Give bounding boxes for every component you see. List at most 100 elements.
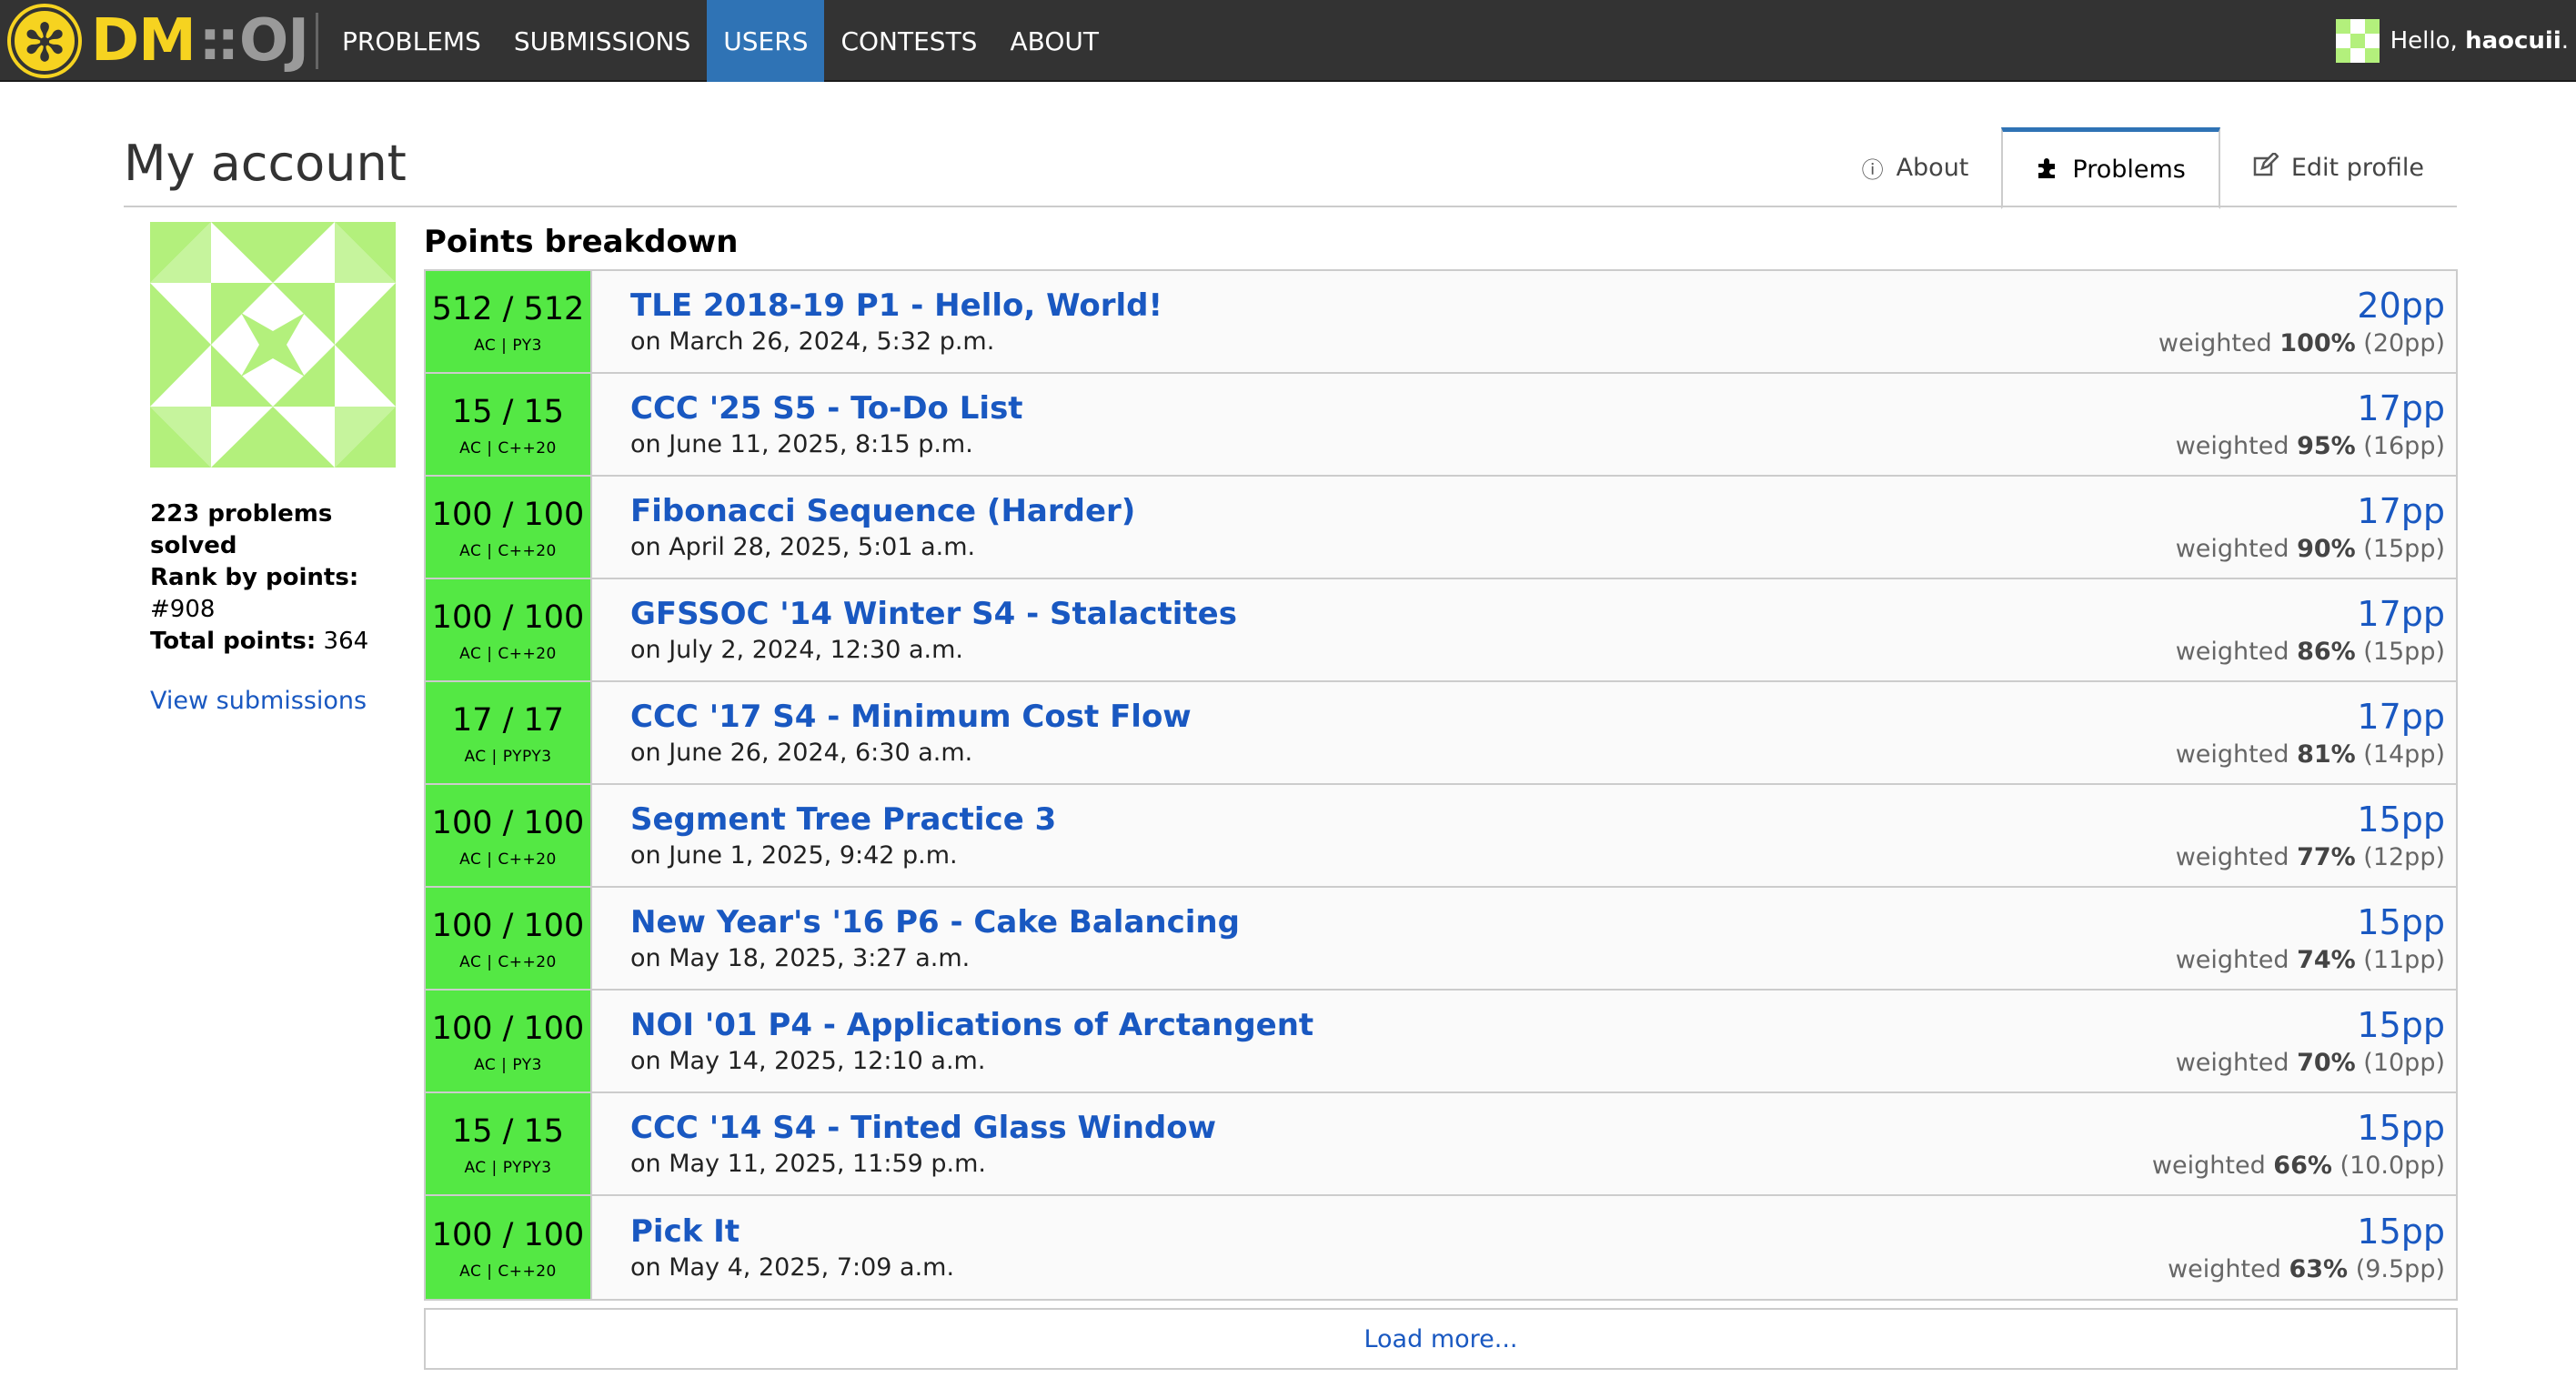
view-submissions-link[interactable]: View submissions bbox=[150, 687, 405, 715]
rank-label: Rank by points: bbox=[150, 564, 359, 591]
weighted-label: weighted bbox=[2158, 328, 2280, 357]
problem-info: NOI '01 P4 - Applications of Arctangent o… bbox=[592, 991, 2176, 1091]
tab-about-label: About bbox=[1896, 153, 1969, 182]
points-breakdown-title: Points breakdown bbox=[424, 224, 739, 260]
table-row: 100 / 100 AC | PY3 NOI '01 P4 - Applicatio… bbox=[426, 991, 2456, 1093]
problem-info: CCC '25 S5 - To-Do List on June 11, 2025,… bbox=[592, 374, 2176, 475]
rank-by-points: Rank by points: #908 bbox=[150, 562, 405, 626]
problem-link[interactable]: TLE 2018-19 P1 - Hello, World! bbox=[630, 287, 2158, 325]
problem-link[interactable]: CCC '25 S5 - To-Do List bbox=[630, 389, 2176, 427]
submission-score[interactable]: 100 / 100 AC | C++20 bbox=[426, 785, 592, 886]
weighted-points: (20pp) bbox=[2363, 328, 2445, 357]
table-row: 100 / 100 AC | C++20 New Year's '16 P6 - C… bbox=[426, 888, 2456, 991]
weight-percent: 63% bbox=[2289, 1254, 2349, 1283]
problem-link[interactable]: Segment Tree Practice 3 bbox=[630, 800, 2176, 839]
score-value: 100 / 100 bbox=[431, 1216, 585, 1253]
score-value: 100 / 100 bbox=[431, 804, 585, 841]
status-badge: AC | PYPY3 bbox=[464, 1158, 552, 1177]
points-weight: weighted 95% (16pp) bbox=[2176, 431, 2445, 462]
user-menu[interactable]: Hello, haocuii. bbox=[2335, 0, 2576, 82]
status-badge: AC | C++20 bbox=[459, 541, 557, 560]
nav-item-problems[interactable]: PROBLEMS bbox=[326, 0, 498, 82]
submission-score[interactable]: 17 / 17 AC | PYPY3 bbox=[426, 682, 592, 783]
profile-tabs: ⓘ About Problems Edit profile bbox=[1829, 127, 2457, 209]
submission-score[interactable]: 100 / 100 AC | C++20 bbox=[426, 1196, 592, 1299]
points-info: 17pp weighted 95% (16pp) bbox=[2176, 374, 2456, 475]
user-sidebar: 223 problems solved Rank by points: #908… bbox=[150, 222, 405, 715]
submission-date: on June 26, 2024, 6:30 a.m. bbox=[630, 738, 973, 767]
problem-link[interactable]: CCC '14 S4 - Tinted Glass Window bbox=[630, 1109, 2152, 1147]
submission-score[interactable]: 100 / 100 AC | C++20 bbox=[426, 477, 592, 578]
status-badge: AC | C++20 bbox=[459, 438, 557, 458]
weighted-points: (11pp) bbox=[2363, 945, 2445, 974]
edit-icon bbox=[2253, 151, 2279, 182]
weight-percent: 86% bbox=[2297, 637, 2356, 666]
submission-date: on May 11, 2025, 11:59 p.m. bbox=[630, 1149, 987, 1178]
weighted-label: weighted bbox=[2175, 739, 2298, 769]
load-more-button[interactable]: Load more... bbox=[424, 1308, 2458, 1370]
score-value: 512 / 512 bbox=[431, 290, 585, 327]
problem-link[interactable]: CCC '17 S4 - Minimum Cost Flow bbox=[630, 698, 2176, 736]
problem-link[interactable]: GFSSOC '14 Winter S4 - Stalactites bbox=[630, 595, 2176, 633]
points-breakdown-list: 512 / 512 AC | PY3 TLE 2018-19 P1 - Hello,… bbox=[424, 269, 2458, 1301]
submission-date: on May 4, 2025, 7:09 a.m. bbox=[630, 1252, 955, 1282]
top-navbar: ✻ DM :: OJ PROBLEMS SUBMISSIONS USERS CO… bbox=[0, 0, 2576, 82]
status-badge: AC | PY3 bbox=[474, 336, 542, 355]
nav-item-users[interactable]: USERS bbox=[707, 0, 825, 82]
weighted-label: weighted bbox=[2175, 431, 2298, 460]
points-value: 17pp bbox=[2357, 696, 2445, 737]
problem-info: GFSSOC '14 Winter S4 - Stalactites on Jul… bbox=[592, 579, 2176, 680]
points-weight: weighted 100% (20pp) bbox=[2158, 328, 2445, 359]
points-value: 15pp bbox=[2357, 1211, 2445, 1252]
submission-score[interactable]: 512 / 512 AC | PY3 bbox=[426, 271, 592, 372]
problem-link[interactable]: New Year's '16 P6 - Cake Balancing bbox=[630, 903, 2176, 941]
submission-score[interactable]: 100 / 100 AC | C++20 bbox=[426, 579, 592, 680]
tab-about[interactable]: ⓘ About bbox=[1829, 127, 2002, 207]
submission-date: on July 2, 2024, 12:30 a.m. bbox=[630, 635, 963, 664]
weighted-points: (10.0pp) bbox=[2340, 1151, 2445, 1180]
site-logo[interactable]: ✻ DM :: OJ bbox=[11, 4, 309, 78]
problem-info: Pick It on May 4, 2025, 7:09 a.m. bbox=[592, 1196, 2168, 1299]
points-value: 17pp bbox=[2357, 490, 2445, 531]
submission-score[interactable]: 100 / 100 AC | PY3 bbox=[426, 991, 592, 1091]
nav-item-about[interactable]: ABOUT bbox=[993, 0, 1115, 82]
weighted-label: weighted bbox=[2175, 842, 2298, 871]
nav-item-submissions[interactable]: SUBMISSIONS bbox=[498, 0, 707, 82]
username: haocuii bbox=[2465, 27, 2561, 55]
rank-value: #908 bbox=[150, 596, 216, 623]
weight-percent: 95% bbox=[2297, 431, 2356, 460]
table-row: 100 / 100 AC | C++20 Pick It on May 4, 2025… bbox=[426, 1196, 2456, 1299]
tab-problems[interactable]: Problems bbox=[2001, 127, 2220, 209]
status-badge: AC | PY3 bbox=[474, 1055, 542, 1074]
points-value: 15pp bbox=[2357, 901, 2445, 942]
submission-score[interactable]: 15 / 15 AC | C++20 bbox=[426, 374, 592, 475]
user-avatar bbox=[150, 222, 396, 468]
weight-percent: 90% bbox=[2297, 534, 2356, 563]
avatar bbox=[2335, 19, 2380, 63]
problem-info: CCC '17 S4 - Minimum Cost Flow on June 26… bbox=[592, 682, 2176, 783]
weighted-label: weighted bbox=[2175, 1048, 2298, 1077]
logo-text-separator: :: bbox=[198, 9, 239, 73]
points-weight: weighted 86% (15pp) bbox=[2176, 637, 2445, 668]
submission-score[interactable]: 100 / 100 AC | C++20 bbox=[426, 888, 592, 989]
nav-menu: PROBLEMS SUBMISSIONS USERS CONTESTS ABOU… bbox=[326, 0, 1115, 82]
tab-edit-profile[interactable]: Edit profile bbox=[2220, 127, 2457, 207]
points-info: 17pp weighted 90% (15pp) bbox=[2176, 477, 2456, 578]
submission-score[interactable]: 15 / 15 AC | PYPY3 bbox=[426, 1093, 592, 1194]
status-badge: AC | PYPY3 bbox=[464, 747, 552, 766]
total-points: Total points: 364 bbox=[150, 626, 405, 658]
problem-link[interactable]: NOI '01 P4 - Applications of Arctangent bbox=[630, 1006, 2176, 1044]
table-row: 512 / 512 AC | PY3 TLE 2018-19 P1 - Hello,… bbox=[426, 271, 2456, 374]
points-info: 20pp weighted 100% (20pp) bbox=[2158, 271, 2456, 372]
logo-text-oj: OJ bbox=[238, 7, 309, 75]
submission-date: on May 18, 2025, 3:27 a.m. bbox=[630, 943, 971, 972]
weighted-points: (14pp) bbox=[2363, 739, 2445, 769]
problem-link[interactable]: Fibonacci Sequence (Harder) bbox=[630, 492, 2176, 530]
problem-link[interactable]: Pick It bbox=[630, 1212, 2168, 1251]
user-stats: 223 problems solved Rank by points: #908… bbox=[150, 498, 405, 658]
nav-item-contests[interactable]: CONTESTS bbox=[824, 0, 993, 82]
score-value: 100 / 100 bbox=[431, 598, 585, 636]
total-points-label: Total points: bbox=[150, 628, 317, 655]
status-badge: AC | C++20 bbox=[459, 1262, 557, 1281]
weighted-points: (16pp) bbox=[2363, 431, 2445, 460]
